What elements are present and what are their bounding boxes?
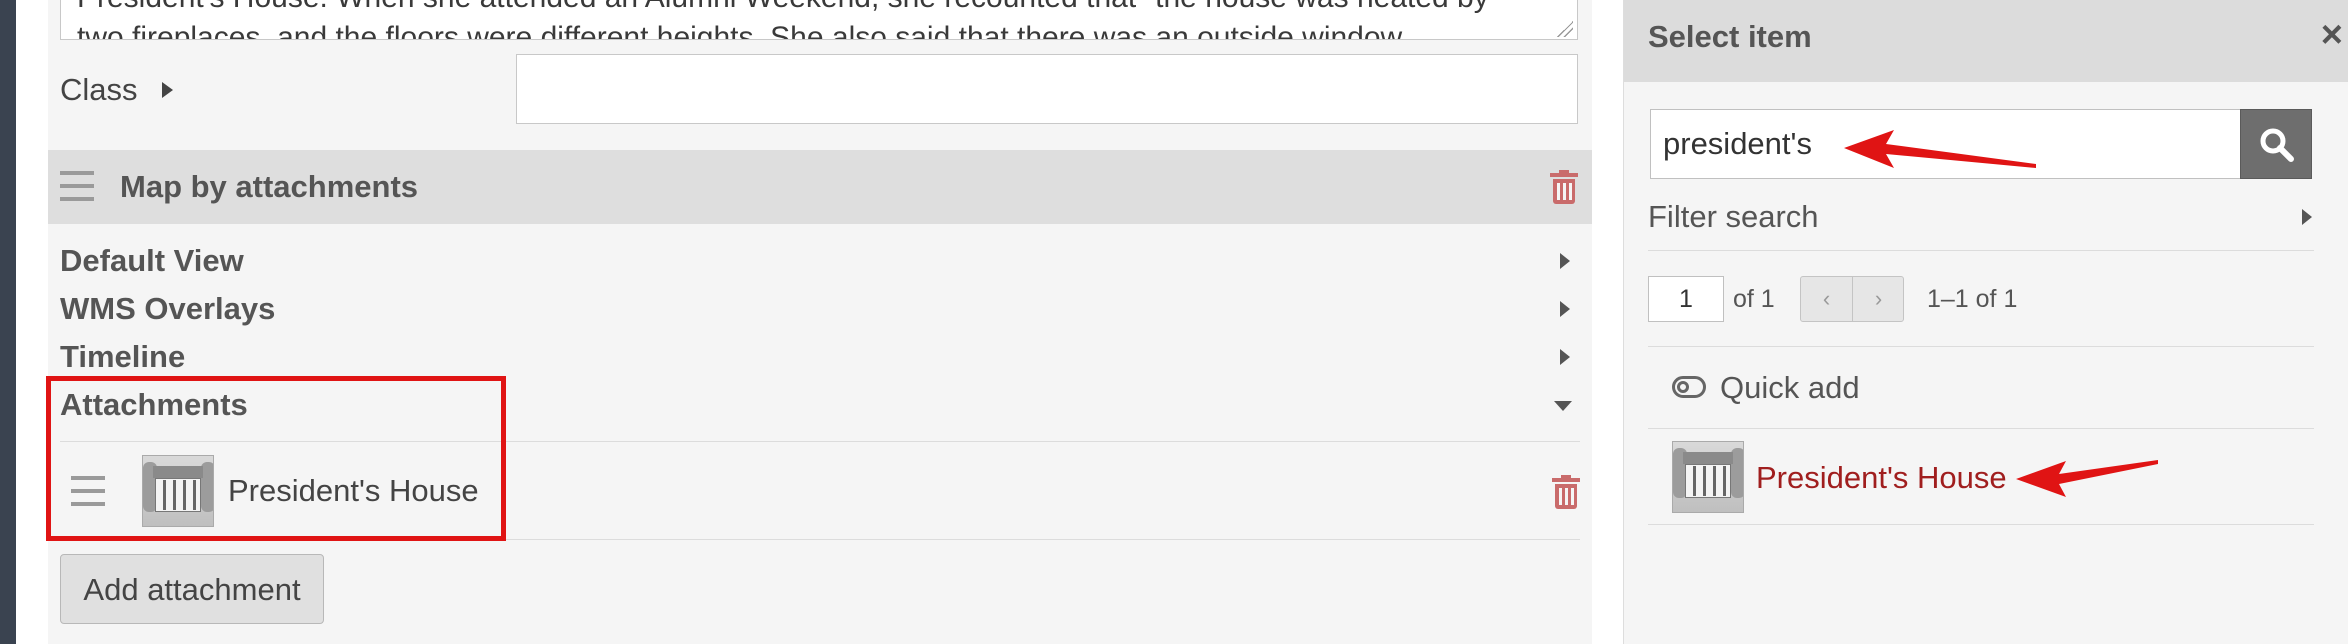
add-attachment-button[interactable]: Add attachment (60, 554, 324, 624)
result-item-link[interactable]: President's House (1756, 456, 2007, 500)
page-count-text: of 1 (1733, 285, 1775, 313)
description-line-1: President's House. When she attended an … (77, 0, 1489, 18)
prev-page-button[interactable]: ‹ (1801, 277, 1852, 321)
divider (1648, 250, 2314, 251)
panel-header: Select item × (1624, 0, 2348, 82)
item-form: President's House. When she attended an … (48, 0, 1592, 644)
section-wms-overlays[interactable]: WMS Overlays (60, 285, 1580, 333)
next-page-button[interactable]: › (1853, 277, 1904, 321)
drag-handle-icon[interactable] (60, 171, 94, 201)
section-label: WMS Overlays (60, 291, 276, 326)
annotation-arrow-result (2016, 460, 2158, 497)
block-title: Map by attachments (120, 169, 419, 204)
class-input[interactable] (516, 54, 1578, 124)
close-icon[interactable]: × (2321, 16, 2343, 54)
thumbnail-image (1672, 441, 1744, 513)
caret-right-icon (2302, 209, 2312, 225)
class-toggle[interactable]: Class (60, 54, 173, 126)
caret-right-icon (161, 82, 173, 98)
toggle-icon[interactable] (1672, 376, 1706, 398)
annotation-highlight-box (46, 376, 506, 541)
divider (1648, 346, 2314, 347)
left-edge-strip (0, 0, 16, 644)
caret-right-icon (1560, 301, 1570, 317)
description-textarea[interactable]: President's House. When she attended an … (60, 0, 1578, 40)
panel-title: Select item (1648, 19, 1812, 54)
annotation-arrow-search (1844, 130, 2036, 168)
resize-grip-icon[interactable] (1557, 21, 1573, 37)
class-label: Class (60, 72, 138, 107)
caret-down-icon (1554, 401, 1572, 411)
search-icon (2260, 128, 2294, 162)
block-header: Map by attachments (48, 150, 1592, 224)
search-button[interactable] (2240, 109, 2312, 179)
caret-right-icon (1560, 253, 1570, 269)
section-label: Timeline (60, 339, 186, 374)
section-default-view[interactable]: Default View (60, 237, 1580, 285)
trash-icon[interactable] (1550, 170, 1578, 204)
caret-right-icon (1560, 349, 1570, 365)
divider (1648, 524, 2314, 525)
section-timeline[interactable]: Timeline (60, 333, 1580, 381)
section-label: Default View (60, 243, 244, 278)
page-number-input[interactable] (1648, 276, 1724, 322)
divider (1648, 428, 2314, 429)
filter-search-label: Filter search (1648, 199, 1819, 234)
select-item-panel: Select item × Filter search of 1 ‹ › 1–1… (1623, 0, 2348, 644)
quick-add-label[interactable]: Quick add (1720, 366, 1860, 410)
trash-icon[interactable] (1552, 475, 1580, 509)
result-range-text: 1–1 of 1 (1927, 285, 2018, 313)
description-line-2: two fireplaces, and the floors were diff… (77, 21, 1403, 40)
pagination-buttons: ‹ › (1800, 276, 1904, 322)
filter-search-toggle[interactable]: Filter search (1648, 192, 2314, 242)
